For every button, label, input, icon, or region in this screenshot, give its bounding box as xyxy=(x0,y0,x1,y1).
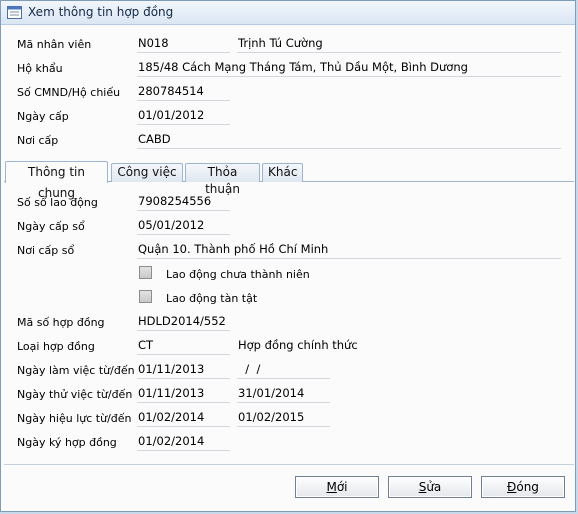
effective-start-field[interactable]: 01/02/2014 xyxy=(137,410,230,427)
tab-general[interactable]: Thông tin chung xyxy=(5,161,108,200)
form-icon xyxy=(7,6,22,19)
labor-book-label: Số sổ lao động xyxy=(17,196,98,209)
close-button[interactable]: Đóng xyxy=(481,476,565,498)
contract-type-code-field[interactable]: CT xyxy=(137,338,230,355)
employee-name-field[interactable]: Trịnh Tú Cường xyxy=(237,36,561,53)
household-field[interactable]: 185/48 Cách Mạng Tháng Tám, Thủ Dầu Một,… xyxy=(137,60,561,77)
work-end-field[interactable]: / / xyxy=(237,362,330,379)
tab-strip: Thông tin chung Công việc Thỏa thuận Khá… xyxy=(4,161,574,200)
probation-start-field[interactable]: 01/11/2013 xyxy=(137,386,230,403)
contract-type-label: Loại hợp đồng xyxy=(17,340,95,353)
contract-type-name: Hợp đồng chính thức xyxy=(238,338,358,352)
work-date-label: Ngày làm việc từ/đến xyxy=(17,364,135,377)
employee-id-label: Mã nhân viên xyxy=(17,38,92,51)
sign-date-label: Ngày ký hợp đồng xyxy=(17,436,117,449)
tab-other[interactable]: Khác xyxy=(262,163,303,182)
issue-date-label: Ngày cấp xyxy=(17,110,69,123)
probation-end-field[interactable]: 31/01/2014 xyxy=(237,386,330,403)
tab-agreement[interactable]: Thỏa thuận xyxy=(185,163,260,196)
id-number-label: Số CMND/Hộ chiếu xyxy=(17,86,121,99)
effective-date-label: Ngày hiệu lực từ/đến xyxy=(17,412,132,425)
book-place-field[interactable]: Quận 10. Thành phố Hồ Chí Minh xyxy=(137,242,561,259)
footer-divider xyxy=(4,464,574,465)
id-number-field[interactable]: 280784514 xyxy=(137,84,230,101)
disabled-checkbox-label: Lao động tàn tật xyxy=(166,292,258,305)
employee-id-field[interactable]: N018 xyxy=(137,36,230,53)
issue-place-label: Nơi cấp xyxy=(17,134,59,147)
issue-place-field[interactable]: CABD xyxy=(137,132,561,149)
edit-button[interactable]: Sửa xyxy=(388,476,472,498)
contract-window: Xem thông tin hợp đồng Mã nhân viên N018… xyxy=(0,0,576,512)
disabled-checkbox[interactable] xyxy=(139,290,152,303)
window-title: Xem thông tin hợp đồng xyxy=(28,5,174,19)
book-place-label: Nơi cấp sổ xyxy=(17,244,75,257)
minor-checkbox-label: Lao động chưa thành niên xyxy=(166,268,310,281)
new-button[interactable]: Mới xyxy=(295,476,379,498)
contract-code-field[interactable]: HDLD2014/552 xyxy=(137,314,230,331)
minor-checkbox[interactable] xyxy=(139,266,152,279)
issue-date-field[interactable]: 01/01/2012 xyxy=(137,108,230,125)
tab-work[interactable]: Công việc xyxy=(111,163,183,182)
book-date-field[interactable]: 05/01/2012 xyxy=(137,218,230,235)
contract-code-label: Mã số hợp đồng xyxy=(17,316,105,329)
book-date-label: Ngày cấp sổ xyxy=(17,220,85,233)
household-label: Hộ khẩu xyxy=(17,62,63,75)
title-bar: Xem thông tin hợp đồng xyxy=(1,1,575,25)
work-start-field[interactable]: 01/11/2013 xyxy=(137,362,230,379)
sign-date-field[interactable]: 01/02/2014 xyxy=(137,434,230,451)
probation-date-label: Ngày thử việc từ/đến xyxy=(17,388,133,401)
labor-book-field[interactable]: 7908254556 xyxy=(137,194,230,211)
effective-end-field[interactable]: 01/02/2015 xyxy=(237,410,330,427)
